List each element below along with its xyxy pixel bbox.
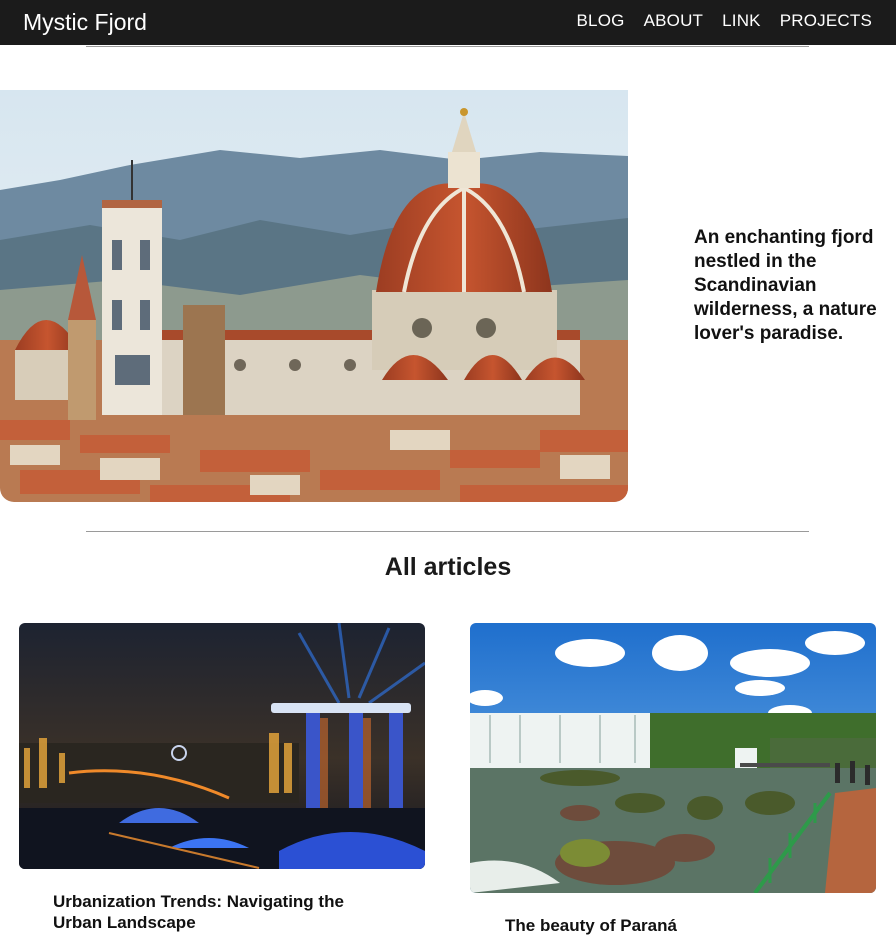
nav-link-link[interactable]: LINK xyxy=(722,11,761,31)
article-title-urbanization[interactable]: Urbanization Trends: Navigating the Urba… xyxy=(53,891,393,933)
nav-link-projects[interactable]: PROJECTS xyxy=(780,11,872,31)
nav-link-about[interactable]: ABOUT xyxy=(644,11,704,31)
section-divider xyxy=(86,531,809,532)
nav-link-blog[interactable]: BLOG xyxy=(577,11,625,31)
top-divider xyxy=(86,46,809,47)
article-image-urbanization[interactable] xyxy=(19,623,425,869)
article-title-parana[interactable]: The beauty of Paraná xyxy=(505,915,845,936)
nav-links: BLOG ABOUT LINK PROJECTS xyxy=(577,11,872,31)
top-navbar: Mystic Fjord BLOG ABOUT LINK PROJECTS xyxy=(0,0,896,45)
articles-heading: All articles xyxy=(384,553,512,581)
article-image-parana[interactable] xyxy=(470,623,876,893)
hero-tagline: An enchanting fjord nestled in the Scand… xyxy=(694,227,877,344)
site-brand[interactable]: Mystic Fjord xyxy=(23,9,147,36)
hero-image xyxy=(0,90,628,502)
